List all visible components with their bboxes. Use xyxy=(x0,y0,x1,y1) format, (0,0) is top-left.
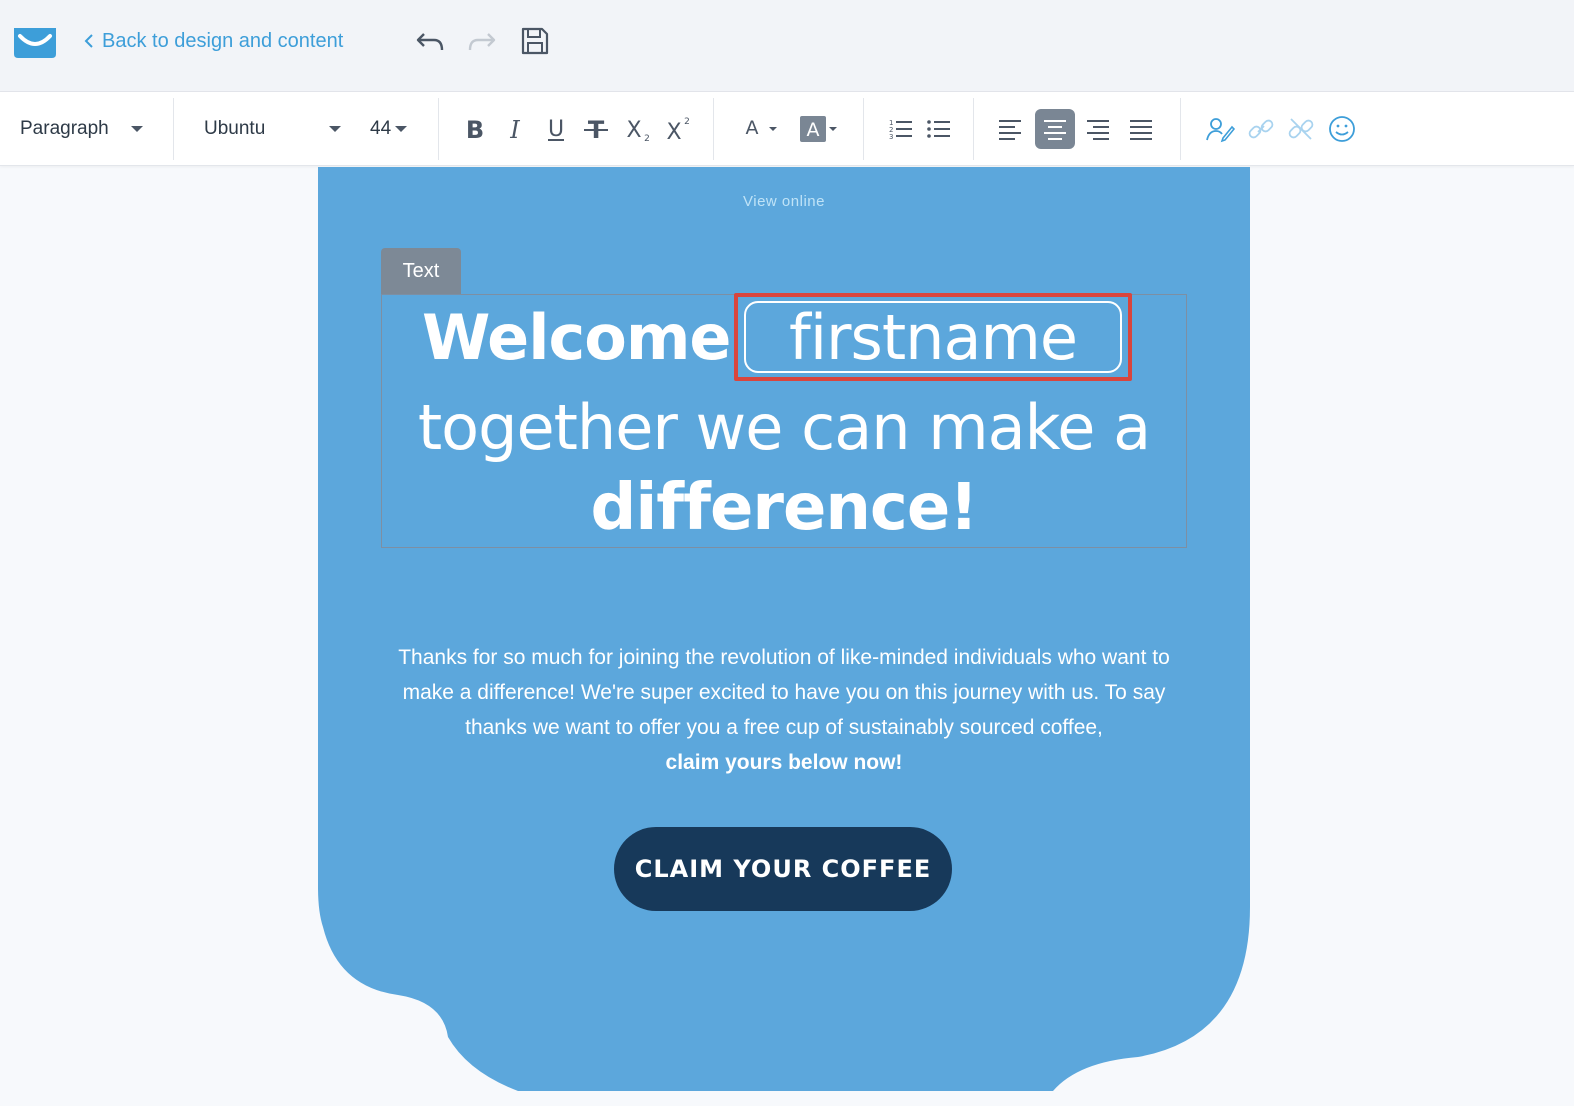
firstname-merge-tag[interactable]: firstname xyxy=(734,293,1132,381)
align-justify-icon[interactable] xyxy=(1121,109,1161,149)
ordered-list-icon[interactable]: 123 xyxy=(880,109,920,149)
chevron-down-icon xyxy=(130,126,143,132)
svg-text:X: X xyxy=(626,118,641,143)
chevron-down-icon xyxy=(395,126,408,132)
personalize-icon[interactable] xyxy=(1200,109,1240,149)
svg-text:X: X xyxy=(666,120,681,144)
emoji-icon[interactable] xyxy=(1322,109,1362,149)
svg-text:A: A xyxy=(807,119,820,141)
headline-line-2: together we can make a xyxy=(417,391,1151,464)
block-type-tag: Text xyxy=(381,248,461,294)
body-paragraph-strong: claim yours below now! xyxy=(665,751,903,774)
highlight-color-icon[interactable]: A xyxy=(792,109,844,149)
bold-icon[interactable]: B xyxy=(455,109,495,149)
toolbar-divider xyxy=(438,98,439,160)
underline-icon[interactable]: U xyxy=(536,109,576,149)
svg-text:2: 2 xyxy=(644,134,650,144)
top-bar: Back to design and content xyxy=(0,0,1574,92)
body-paragraph[interactable]: Thanks for so much for joining the revol… xyxy=(374,640,1194,780)
undo-icon[interactable] xyxy=(414,24,448,58)
block-format-select[interactable]: Paragraph xyxy=(20,112,146,146)
svg-text:I: I xyxy=(509,116,520,144)
claim-coffee-button[interactable]: CLAIM YOUR COFFEE xyxy=(614,827,952,911)
font-family-select[interactable]: Ubuntu xyxy=(204,112,346,146)
back-to-design-link[interactable]: Back to design and content xyxy=(84,26,343,56)
svg-text:B: B xyxy=(466,116,484,144)
firstname-merge-tag-label: firstname xyxy=(744,301,1122,374)
body-paragraph-text: Thanks for so much for joining the revol… xyxy=(398,646,1170,739)
font-color-icon[interactable]: A xyxy=(732,109,784,149)
strikethrough-icon[interactable]: T xyxy=(576,109,616,149)
headline-line-3: difference! xyxy=(590,471,979,545)
view-online-link[interactable]: View online xyxy=(318,193,1250,210)
svg-text:2: 2 xyxy=(684,117,690,127)
font-family-value: Ubuntu xyxy=(204,118,266,139)
font-size-value: 44 xyxy=(370,118,392,139)
link-icon[interactable] xyxy=(1241,109,1281,149)
align-right-icon[interactable] xyxy=(1078,109,1118,149)
unlink-icon[interactable] xyxy=(1281,109,1321,149)
font-size-select[interactable]: 44 xyxy=(370,112,414,146)
italic-icon[interactable]: I xyxy=(495,109,535,149)
block-format-value: Paragraph xyxy=(20,118,109,139)
svg-text:U: U xyxy=(548,117,564,142)
chevron-down-icon xyxy=(329,126,342,132)
headline-text-block[interactable]: Welcome firstname together we can make a… xyxy=(381,293,1187,548)
toolbar-divider xyxy=(973,98,974,160)
toolbar-divider xyxy=(1180,98,1181,160)
save-icon[interactable] xyxy=(518,24,552,58)
headline-welcome: Welcome xyxy=(422,301,731,374)
toolbar-divider xyxy=(713,98,714,160)
align-center-icon[interactable] xyxy=(1035,109,1075,149)
svg-text:A: A xyxy=(746,117,759,139)
toolbar-divider xyxy=(863,98,864,160)
back-link-label: Back to design and content xyxy=(102,29,344,52)
redo-icon[interactable] xyxy=(464,24,498,58)
toolbar-divider xyxy=(173,98,174,160)
superscript-icon[interactable]: X2 xyxy=(657,109,697,149)
svg-text:3: 3 xyxy=(889,133,893,141)
chevron-left-icon xyxy=(84,34,93,48)
unordered-list-icon[interactable] xyxy=(918,109,958,149)
getresponse-logo-icon[interactable] xyxy=(12,24,58,60)
formatting-toolbar: Paragraph Ubuntu 44 B I U T X2 X2 A A 12… xyxy=(0,92,1574,166)
subscript-icon[interactable]: X2 xyxy=(617,109,657,149)
align-left-icon[interactable] xyxy=(990,109,1030,149)
